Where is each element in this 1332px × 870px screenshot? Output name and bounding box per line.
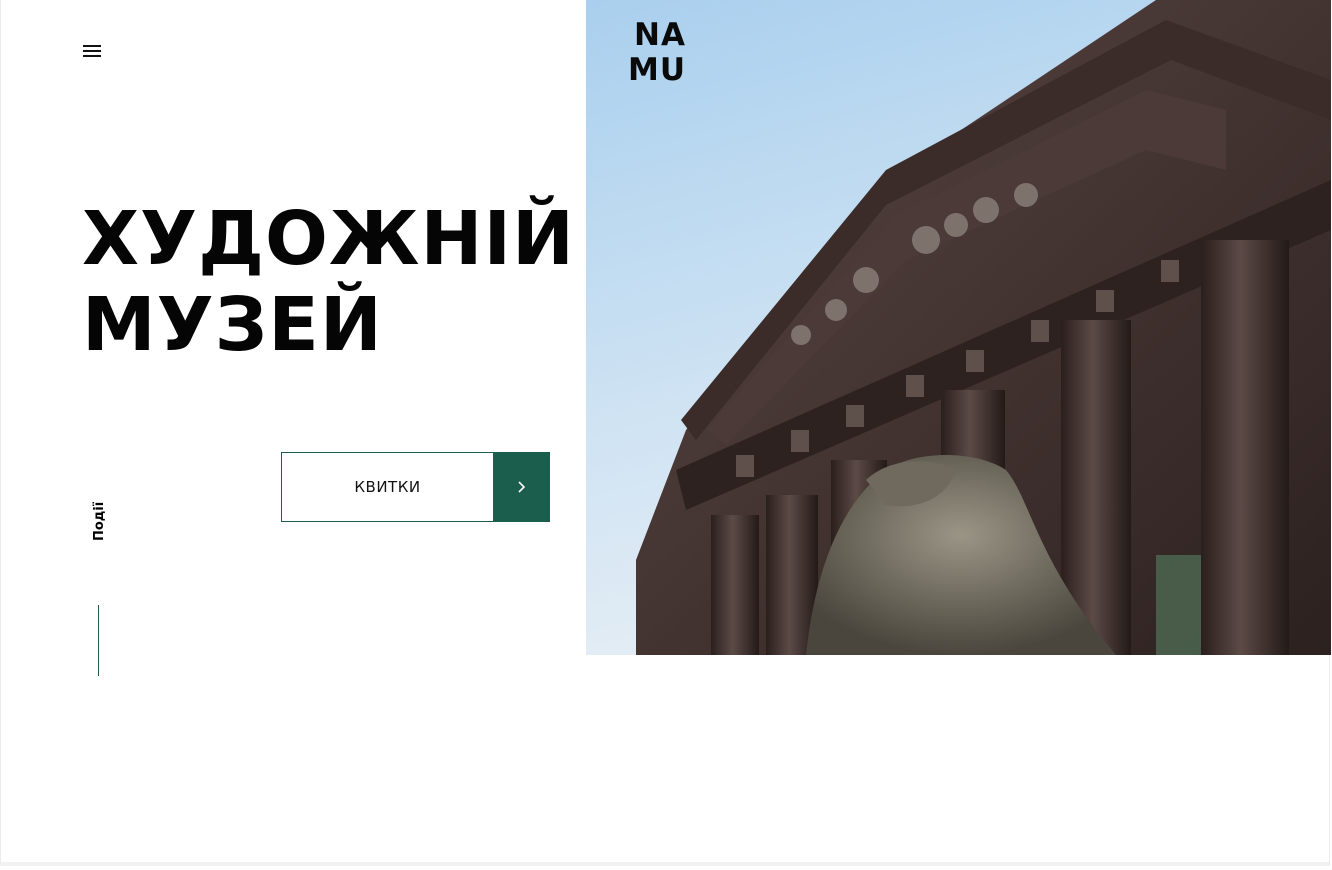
- hamburger-icon-bar: [83, 55, 101, 57]
- tickets-label: КВИТКИ: [281, 452, 493, 522]
- hero-title: ХУДОЖНІЙ МУЗЕЙ: [82, 196, 575, 368]
- hamburger-icon-bar: [83, 50, 101, 52]
- chevron-right-icon[interactable]: [493, 452, 550, 522]
- museum-building-image: [586, 0, 1331, 655]
- tickets-button[interactable]: КВИТКИ: [281, 452, 550, 522]
- scroll-indicator-line: [98, 605, 99, 676]
- logo-line: NA: [634, 17, 686, 53]
- events-link[interactable]: Події: [92, 502, 107, 541]
- logo[interactable]: NA MU: [628, 18, 686, 88]
- logo-line: MU: [628, 52, 687, 88]
- menu-button[interactable]: [83, 43, 103, 59]
- hero-title-line: МУЗЕЙ: [82, 282, 383, 368]
- hero-title-line: ХУДОЖНІЙ: [82, 196, 575, 282]
- hamburger-icon-bar: [83, 45, 101, 47]
